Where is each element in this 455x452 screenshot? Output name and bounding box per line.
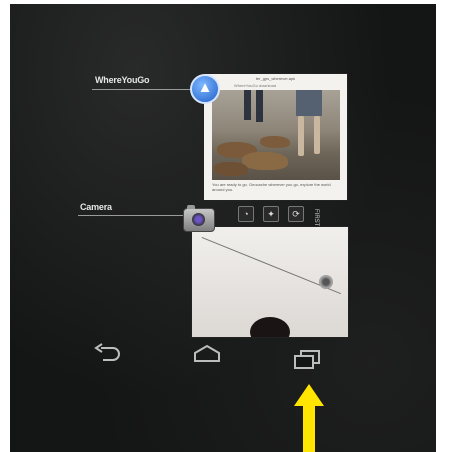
recent-app-divider (78, 215, 186, 216)
tablet-screen: WhereYouGo ter_gps_wherever.apk WhereYou… (10, 4, 436, 452)
back-icon[interactable] (93, 342, 123, 364)
annotation-arrow-icon (294, 384, 324, 452)
camera-preview-knob (319, 275, 333, 289)
camera-icon-lens (192, 213, 205, 226)
navigation-arrow-icon: ▲ (197, 79, 213, 96)
recent-apps-icon[interactable] (292, 349, 322, 371)
whereyougo-app-icon[interactable]: ▲ (190, 74, 220, 104)
switch-camera-icon: ⟳ (288, 206, 304, 222)
thumb-photo (212, 90, 340, 180)
timer-icon: ◔ (238, 206, 254, 222)
camera-app-icon[interactable] (183, 205, 215, 232)
home-icon[interactable] (191, 343, 223, 365)
recent-app-divider (92, 89, 202, 90)
effects-icon: ✦ (263, 206, 279, 222)
thumb-title: ter_gps_wherever.apk (255, 76, 296, 81)
recent-app-label-camera: Camera (80, 202, 112, 212)
camera-icon-bump (187, 205, 195, 209)
camera-side-text: FIRST (313, 209, 319, 227)
recent-thumbnail-camera[interactable] (191, 226, 349, 338)
thumb-caption: You are ready to go. Geocache wherever y… (212, 182, 331, 192)
recent-thumbnail-whereyougo[interactable]: ter_gps_wherever.apk WhereYouGo download… (203, 73, 348, 201)
recent-app-label-whereyougo: WhereYouGo (95, 75, 150, 85)
thumb-subtitle: WhereYouGo download (234, 83, 277, 88)
